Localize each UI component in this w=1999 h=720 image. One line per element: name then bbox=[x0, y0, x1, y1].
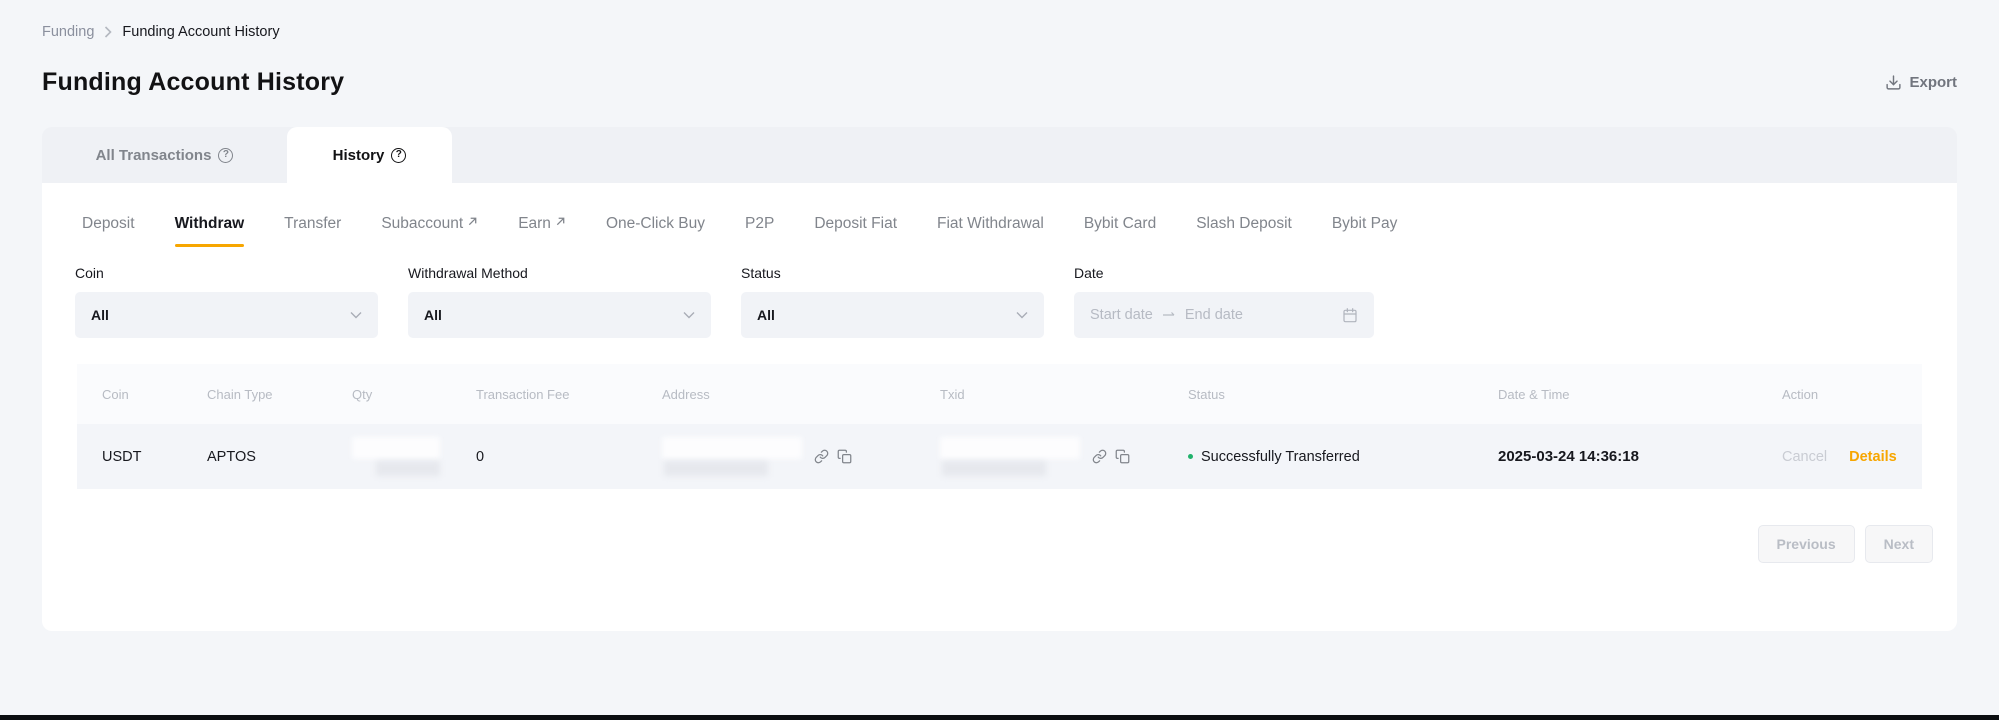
details-action[interactable]: Details bbox=[1849, 449, 1897, 465]
table-row: USDT APTOS 0 bbox=[77, 424, 1922, 489]
export-button[interactable]: Export bbox=[1885, 74, 1957, 91]
tab-all-transactions[interactable]: All Transactions ? bbox=[42, 127, 287, 183]
start-date-placeholder[interactable]: Start date bbox=[1090, 307, 1153, 323]
status-text: Successfully Transferred bbox=[1201, 449, 1360, 465]
tab-history-label: History bbox=[333, 147, 385, 164]
address-redacted bbox=[662, 437, 802, 476]
chevron-down-icon bbox=[350, 311, 362, 319]
subtab-p2p[interactable]: P2P bbox=[745, 215, 774, 247]
row-actions: Cancel Details bbox=[1782, 449, 1908, 465]
coin-filter-label: Coin bbox=[75, 265, 378, 281]
row-status: Successfully Transferred bbox=[1188, 449, 1498, 465]
calendar-icon[interactable] bbox=[1342, 307, 1358, 323]
filter-coin: Coin All bbox=[75, 265, 378, 338]
row-address bbox=[662, 437, 940, 476]
method-filter-label: Withdrawal Method bbox=[408, 265, 711, 281]
row-txid bbox=[940, 437, 1188, 476]
address-explorer-link-icon[interactable] bbox=[814, 449, 829, 464]
subtab-slash-deposit[interactable]: Slash Deposit bbox=[1196, 215, 1292, 247]
row-chain-type: APTOS bbox=[207, 449, 352, 465]
status-filter-select[interactable]: All bbox=[741, 292, 1044, 338]
col-address: Address bbox=[662, 387, 940, 402]
txid-redacted bbox=[940, 437, 1080, 476]
help-icon[interactable]: ? bbox=[391, 148, 406, 163]
subtab-earn[interactable]: Earn bbox=[518, 215, 566, 247]
date-range-picker[interactable]: Start date End date bbox=[1074, 292, 1374, 338]
txid-copy-icon[interactable] bbox=[1115, 449, 1130, 464]
filters-row: Coin All Withdrawal Method All Status Al… bbox=[42, 247, 1957, 338]
col-date-time: Date & Time bbox=[1498, 387, 1782, 402]
subtab-subaccount[interactable]: Subaccount bbox=[381, 215, 478, 247]
address-copy-icon[interactable] bbox=[837, 449, 852, 464]
subtab-bybit-pay[interactable]: Bybit Pay bbox=[1332, 215, 1397, 247]
arrow-right-icon bbox=[1162, 311, 1176, 319]
pagination: Previous Next bbox=[42, 525, 1933, 563]
export-label: Export bbox=[1909, 74, 1957, 91]
external-link-icon bbox=[555, 216, 566, 227]
withdraw-history-table: Coin Chain Type Qty Transaction Fee Addr… bbox=[77, 364, 1922, 489]
next-page-button[interactable]: Next bbox=[1865, 525, 1933, 563]
end-date-placeholder[interactable]: End date bbox=[1185, 307, 1243, 323]
date-filter-label: Date bbox=[1074, 265, 1374, 281]
export-download-icon bbox=[1885, 74, 1902, 91]
method-filter-select[interactable]: All bbox=[408, 292, 711, 338]
external-link-icon bbox=[467, 216, 478, 227]
status-filter-label: Status bbox=[741, 265, 1044, 281]
row-transaction-fee: 0 bbox=[476, 449, 662, 465]
col-txid: Txid bbox=[940, 387, 1188, 402]
col-status: Status bbox=[1188, 387, 1498, 402]
subtab-transfer[interactable]: Transfer bbox=[284, 215, 341, 247]
history-subtabs: Deposit Withdraw Transfer Subaccount Ear… bbox=[42, 183, 1957, 247]
subtab-deposit-fiat[interactable]: Deposit Fiat bbox=[814, 215, 897, 247]
col-chain-type: Chain Type bbox=[207, 387, 352, 402]
chevron-down-icon bbox=[683, 311, 695, 319]
breadcrumb: Funding Funding Account History bbox=[42, 0, 1957, 40]
col-action: Action bbox=[1782, 387, 1908, 402]
filter-status: Status All bbox=[741, 265, 1044, 338]
breadcrumb-funding[interactable]: Funding bbox=[42, 24, 94, 40]
status-success-dot bbox=[1188, 454, 1193, 459]
subtab-bybit-card[interactable]: Bybit Card bbox=[1084, 215, 1156, 247]
cancel-action[interactable]: Cancel bbox=[1782, 449, 1827, 465]
funding-history-page: Funding Funding Account History Funding … bbox=[0, 0, 1999, 631]
subtab-withdraw[interactable]: Withdraw bbox=[175, 215, 245, 247]
col-coin: Coin bbox=[102, 387, 207, 402]
help-icon[interactable]: ? bbox=[218, 148, 233, 163]
chevron-down-icon bbox=[1016, 311, 1028, 319]
window-bottom-edge bbox=[0, 715, 1999, 720]
main-tabs: All Transactions ? History ? bbox=[42, 127, 1957, 183]
col-transaction-fee: Transaction Fee bbox=[476, 387, 662, 402]
row-coin: USDT bbox=[102, 449, 207, 465]
subtab-deposit[interactable]: Deposit bbox=[82, 215, 135, 247]
row-qty-redacted bbox=[352, 437, 476, 476]
filter-date: Date Start date End date bbox=[1074, 265, 1374, 338]
tab-all-transactions-label: All Transactions bbox=[96, 147, 212, 164]
page-title: Funding Account History bbox=[42, 68, 344, 97]
table-header: Coin Chain Type Qty Transaction Fee Addr… bbox=[77, 364, 1922, 424]
previous-page-button[interactable]: Previous bbox=[1758, 525, 1855, 563]
chevron-right-icon bbox=[104, 26, 112, 38]
filter-withdrawal-method: Withdrawal Method All bbox=[408, 265, 711, 338]
tab-history[interactable]: History ? bbox=[287, 127, 452, 183]
breadcrumb-current: Funding Account History bbox=[122, 24, 279, 40]
subtab-fiat-withdrawal[interactable]: Fiat Withdrawal bbox=[937, 215, 1044, 247]
subtab-one-click-buy[interactable]: One-Click Buy bbox=[606, 215, 705, 247]
content-panel: Deposit Withdraw Transfer Subaccount Ear… bbox=[42, 183, 1957, 631]
col-qty: Qty bbox=[352, 387, 476, 402]
txid-explorer-link-icon[interactable] bbox=[1092, 449, 1107, 464]
row-datetime: 2025-03-24 14:36:18 bbox=[1498, 448, 1782, 465]
coin-filter-select[interactable]: All bbox=[75, 292, 378, 338]
